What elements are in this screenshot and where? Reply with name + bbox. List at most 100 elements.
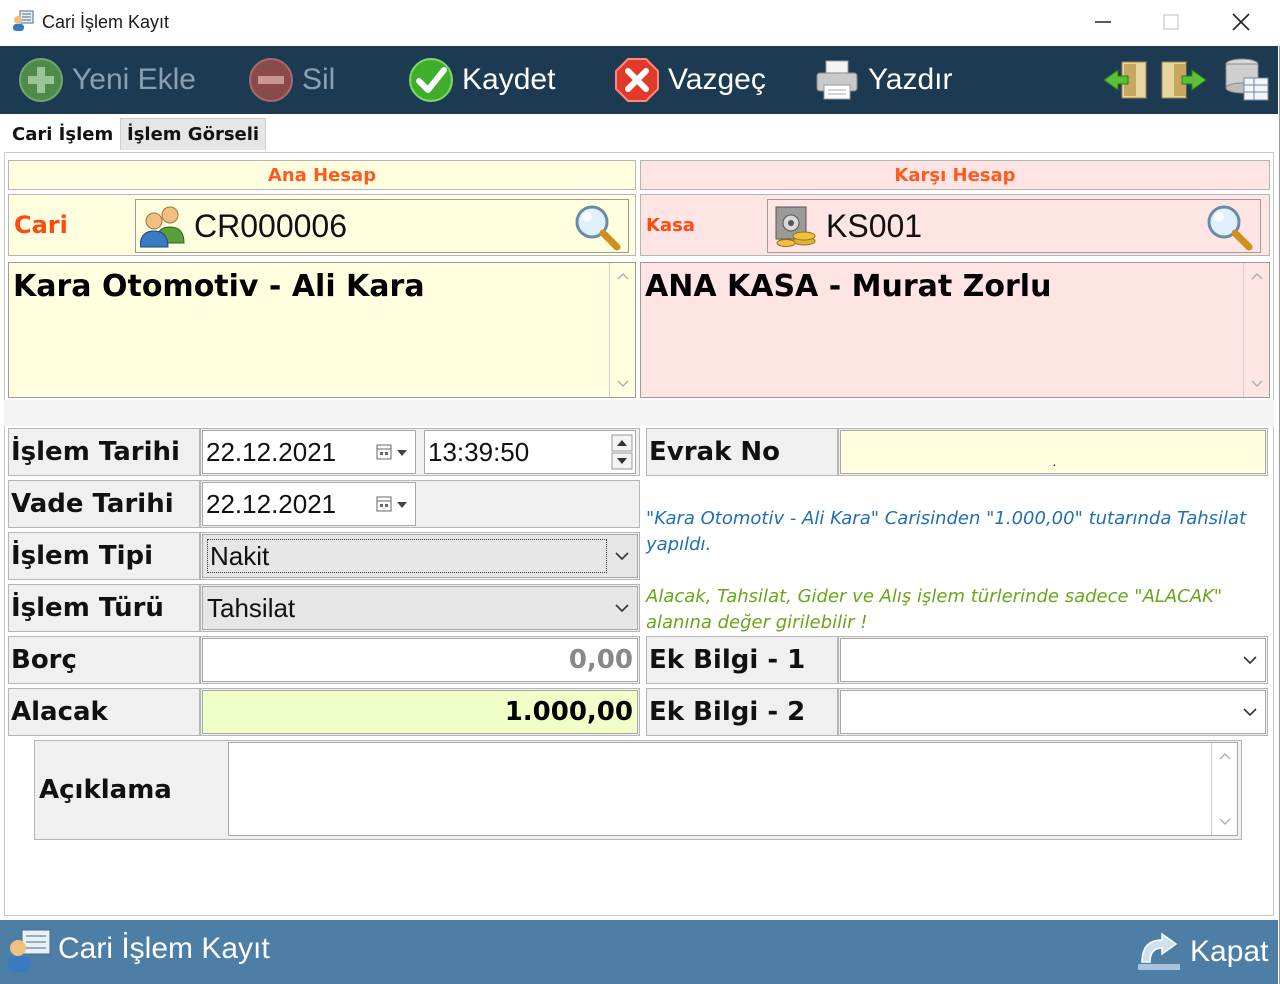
karsi-hesap-name: ANA KASA - Murat Zorlu xyxy=(645,269,1052,304)
islem-tarihi-input[interactable]: 22.12.2021 xyxy=(202,430,416,474)
ana-hesap-name-box[interactable]: Kara Otomotiv - Ali Kara xyxy=(8,262,636,398)
ek-bilgi-2-label: Ek Bilgi - 2 xyxy=(646,688,838,736)
cancel-button[interactable]: Vazgeç xyxy=(614,46,766,114)
kapat-button[interactable]: Kapat xyxy=(1136,928,1268,976)
delete-button-label: Sil xyxy=(302,63,336,96)
save-button[interactable]: Kaydet xyxy=(408,46,555,114)
chevron-down-icon[interactable] xyxy=(1243,707,1257,717)
kapat-button-label: Kapat xyxy=(1190,935,1269,968)
ana-hesap-type-label: Cari xyxy=(14,211,68,239)
toolbar: Yeni Ekle Sil Kaydet Vazgeç Yazdır xyxy=(0,46,1278,114)
save-button-label: Kaydet xyxy=(462,63,556,96)
new-button[interactable]: Yeni Ekle xyxy=(18,46,196,114)
window-title: Cari İşlem Kayıt xyxy=(42,12,170,32)
plus-icon xyxy=(19,58,63,102)
database-icon xyxy=(1225,58,1269,101)
safe-icon xyxy=(775,206,816,247)
scroll-down-icon[interactable] xyxy=(1219,815,1231,827)
islem-tipi-value: Nakit xyxy=(207,539,607,573)
app-icon xyxy=(13,10,34,31)
summary-message: "Kara Otomotiv - Ali Kara" Carisinden "1… xyxy=(646,508,1247,555)
karsi-hesap-scrollbar[interactable] xyxy=(1243,263,1269,397)
title-bar: Cari İşlem Kayıt xyxy=(0,0,1280,46)
alacak-label: Alacak xyxy=(8,688,200,736)
calendar-dropdown-icon[interactable] xyxy=(375,443,409,463)
tab-islem-gorseli[interactable]: İşlem Görseli xyxy=(120,118,267,150)
maximize-button[interactable] xyxy=(1148,4,1194,40)
search-icon[interactable] xyxy=(1204,202,1254,252)
new-button-label: Yeni Ekle xyxy=(72,63,196,96)
vade-tarihi-input[interactable]: 22.12.2021 xyxy=(202,482,416,526)
vade-tarihi-value: 22.12.2021 xyxy=(206,488,337,519)
database-button[interactable] xyxy=(1222,56,1270,104)
checkmark-icon xyxy=(409,58,453,102)
islem-tipi-select[interactable]: Nakit xyxy=(202,534,638,578)
close-button[interactable] xyxy=(1218,4,1264,40)
borc-label: Borç xyxy=(8,636,200,684)
karsi-hesap-type-label: Kasa xyxy=(646,214,695,236)
scroll-up-icon[interactable] xyxy=(1251,271,1263,283)
chevron-down-icon[interactable] xyxy=(1243,655,1257,665)
previous-record-button[interactable] xyxy=(1102,56,1150,104)
ek-bilgi-2-select[interactable] xyxy=(840,690,1266,734)
islem-turu-label: İşlem Türü xyxy=(8,584,200,632)
close-icon xyxy=(1232,13,1250,31)
tab-cari-islem[interactable]: Cari İşlem xyxy=(6,118,120,150)
alacak-input[interactable]: 1.000,00 xyxy=(202,690,638,734)
aciklama-label: Açıklama xyxy=(39,775,172,805)
spinner-icon[interactable] xyxy=(611,434,633,470)
cancel-icon xyxy=(615,58,659,102)
delete-button[interactable]: Sil xyxy=(248,46,335,114)
aciklama-textarea[interactable] xyxy=(228,742,1238,836)
minus-icon xyxy=(249,58,293,102)
footer-title: Cari İşlem Kayıt xyxy=(58,932,270,965)
ana-hesap-name: Kara Otomotiv - Ali Kara xyxy=(13,269,425,304)
evrak-no-label: Evrak No xyxy=(646,428,838,476)
door-left-icon xyxy=(1103,61,1147,99)
borc-input[interactable]: 0,00 xyxy=(202,638,638,682)
minimize-icon xyxy=(1095,21,1111,23)
hint-message: Alacak, Tahsilat, Gider ve Alış işlem tü… xyxy=(646,586,1223,633)
ek-bilgi-1-select[interactable] xyxy=(840,638,1266,682)
chevron-down-icon[interactable] xyxy=(615,551,629,561)
maximize-icon xyxy=(1163,14,1179,30)
islem-saati-value: 13:39:50 xyxy=(428,436,530,467)
aciklama-scrollbar[interactable] xyxy=(1211,743,1237,835)
ana-hesap-row: Cari CR000006 xyxy=(8,194,636,256)
evrak-no-input[interactable]: . xyxy=(840,430,1266,474)
karsi-hesap-header: Karşı Hesap xyxy=(640,160,1270,190)
ana-hesap-code: CR000006 xyxy=(194,207,347,244)
printer-icon xyxy=(816,60,858,100)
islem-saati-input[interactable]: 13:39:50 xyxy=(424,430,636,474)
cancel-button-label: Vazgeç xyxy=(668,63,766,96)
print-button-label: Yazdır xyxy=(868,63,953,96)
ana-hesap-scrollbar[interactable] xyxy=(609,263,635,397)
next-record-button[interactable] xyxy=(1160,56,1208,104)
karsi-hesap-name-box[interactable]: ANA KASA - Murat Zorlu xyxy=(640,262,1270,398)
minimize-button[interactable] xyxy=(1080,4,1126,40)
footer-bar: Cari İşlem Kayıt Kapat xyxy=(0,920,1278,984)
islem-tipi-label: İşlem Tipi xyxy=(8,532,200,580)
scroll-up-icon[interactable] xyxy=(1219,751,1231,763)
print-button[interactable]: Yazdır xyxy=(814,46,952,114)
karsi-hesap-code: KS001 xyxy=(826,207,923,244)
islem-turu-value: Tahsilat xyxy=(207,592,296,623)
chevron-down-icon[interactable] xyxy=(615,603,629,613)
scroll-up-icon[interactable] xyxy=(617,271,629,283)
calendar-dropdown-icon[interactable] xyxy=(375,495,409,515)
exit-icon xyxy=(1138,932,1180,970)
search-icon[interactable] xyxy=(572,202,622,252)
door-right-icon xyxy=(1161,61,1207,99)
ek-bilgi-1-label: Ek Bilgi - 1 xyxy=(646,636,838,684)
islem-turu-select[interactable]: Tahsilat xyxy=(202,586,638,630)
scroll-down-icon[interactable] xyxy=(617,377,629,389)
ana-hesap-header: Ana Hesap xyxy=(8,160,636,190)
users-icon xyxy=(140,206,185,248)
karsi-hesap-code-field[interactable]: KS001 xyxy=(767,199,1261,253)
app-icon xyxy=(8,929,51,972)
islem-tarihi-label: İşlem Tarihi xyxy=(8,428,200,476)
scroll-down-icon[interactable] xyxy=(1251,377,1263,389)
vade-tarihi-label: Vade Tarihi xyxy=(8,480,200,528)
ana-hesap-code-field[interactable]: CR000006 xyxy=(135,199,629,253)
islem-tarihi-value: 22.12.2021 xyxy=(206,436,337,467)
